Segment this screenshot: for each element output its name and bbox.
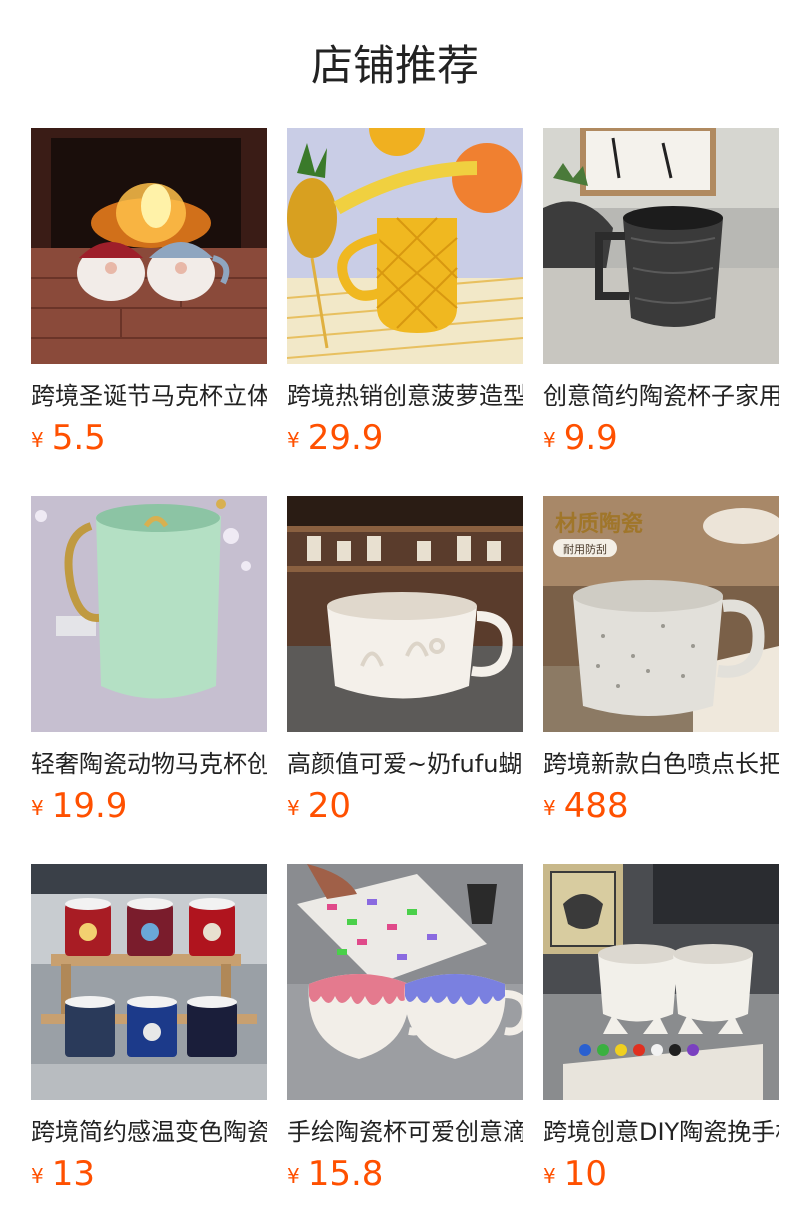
product-card[interactable]: 跨境热销创意菠萝造型陶瓷马克杯 ¥29.9 bbox=[287, 128, 523, 468]
price-amount: 488 bbox=[563, 786, 629, 826]
price-amount: 5.5 bbox=[51, 418, 106, 458]
currency-symbol: ¥ bbox=[543, 1164, 556, 1188]
product-card[interactable]: 手绘陶瓷杯可爱创意滴釉杯 ¥15.8 bbox=[287, 864, 523, 1204]
price-amount: 20 bbox=[307, 786, 351, 826]
product-price: ¥20 bbox=[287, 786, 351, 826]
product-image[interactable] bbox=[543, 128, 779, 364]
product-card[interactable]: 高颜值可爱~奶fufu蝴蝶结陶瓷杯 ¥20 bbox=[287, 496, 523, 836]
product-title[interactable]: 跨境简约感温变色陶瓷杯 bbox=[31, 1116, 267, 1148]
product-card[interactable]: 跨境创意DIY陶瓷挽手杯 ¥10 bbox=[543, 864, 779, 1204]
badge-tag: 耐用防刮 bbox=[563, 543, 607, 556]
product-image[interactable]: 材质陶瓷 耐用防刮 bbox=[543, 496, 779, 732]
product-image[interactable] bbox=[31, 864, 267, 1100]
currency-symbol: ¥ bbox=[31, 796, 44, 820]
product-card[interactable]: 轻奢陶瓷动物马克杯创意水杯 ¥19.9 bbox=[31, 496, 267, 836]
product-price: ¥19.9 bbox=[31, 786, 127, 826]
currency-symbol: ¥ bbox=[287, 428, 300, 452]
currency-symbol: ¥ bbox=[543, 428, 556, 452]
product-title[interactable]: 跨境热销创意菠萝造型陶瓷马克杯 bbox=[287, 380, 523, 412]
product-price: ¥5.5 bbox=[31, 418, 106, 458]
currency-symbol: ¥ bbox=[31, 1164, 44, 1188]
product-image[interactable] bbox=[543, 864, 779, 1100]
price-amount: 10 bbox=[563, 1154, 607, 1194]
product-card[interactable]: 跨境圣诞节马克杯立体老人陶瓷杯 ¥5.5 bbox=[31, 128, 267, 468]
product-image[interactable] bbox=[287, 496, 523, 732]
product-price: ¥13 bbox=[31, 1154, 95, 1194]
price-amount: 19.9 bbox=[51, 786, 128, 826]
product-title[interactable]: 跨境新款白色喷点长把陶瓷杯 bbox=[543, 748, 779, 780]
product-price: ¥29.9 bbox=[287, 418, 383, 458]
currency-symbol: ¥ bbox=[287, 796, 300, 820]
product-image[interactable] bbox=[31, 496, 267, 732]
product-price: ¥10 bbox=[543, 1154, 607, 1194]
product-card[interactable]: 材质陶瓷 耐用防刮 跨境新款白色喷点长把陶瓷杯 ¥488 bbox=[543, 496, 779, 836]
product-title[interactable]: 手绘陶瓷杯可爱创意滴釉杯 bbox=[287, 1116, 523, 1148]
product-title[interactable]: 创意简约陶瓷杯子家用咖啡杯 bbox=[543, 380, 779, 412]
product-price: ¥488 bbox=[543, 786, 629, 826]
product-grid: 跨境圣诞节马克杯立体老人陶瓷杯 ¥5.5 bbox=[31, 128, 790, 1232]
price-amount: 9.9 bbox=[563, 418, 618, 458]
product-card[interactable]: 跨境简约感温变色陶瓷杯 ¥13 bbox=[31, 864, 267, 1204]
product-image[interactable] bbox=[287, 864, 523, 1100]
product-image[interactable] bbox=[31, 128, 267, 364]
price-amount: 15.8 bbox=[307, 1154, 384, 1194]
page-title: 店铺推荐 bbox=[310, 41, 479, 90]
price-amount: 29.9 bbox=[307, 418, 384, 458]
product-title[interactable]: 跨境创意DIY陶瓷挽手杯 bbox=[543, 1116, 779, 1148]
currency-symbol: ¥ bbox=[287, 1164, 300, 1188]
badge-headline: 材质陶瓷 bbox=[555, 512, 644, 537]
product-title[interactable]: 跨境圣诞节马克杯立体老人陶瓷杯 bbox=[31, 380, 267, 412]
currency-symbol: ¥ bbox=[31, 428, 44, 452]
product-price: ¥9.9 bbox=[543, 418, 618, 458]
product-price: ¥15.8 bbox=[287, 1154, 383, 1194]
product-card[interactable]: 创意简约陶瓷杯子家用咖啡杯 ¥9.9 bbox=[543, 128, 779, 468]
currency-symbol: ¥ bbox=[543, 796, 556, 820]
price-amount: 13 bbox=[51, 1154, 95, 1194]
product-title[interactable]: 高颜值可爱~奶fufu蝴蝶结陶瓷杯 bbox=[287, 748, 523, 780]
product-title[interactable]: 轻奢陶瓷动物马克杯创意水杯 bbox=[31, 748, 267, 780]
product-image[interactable] bbox=[287, 128, 523, 364]
